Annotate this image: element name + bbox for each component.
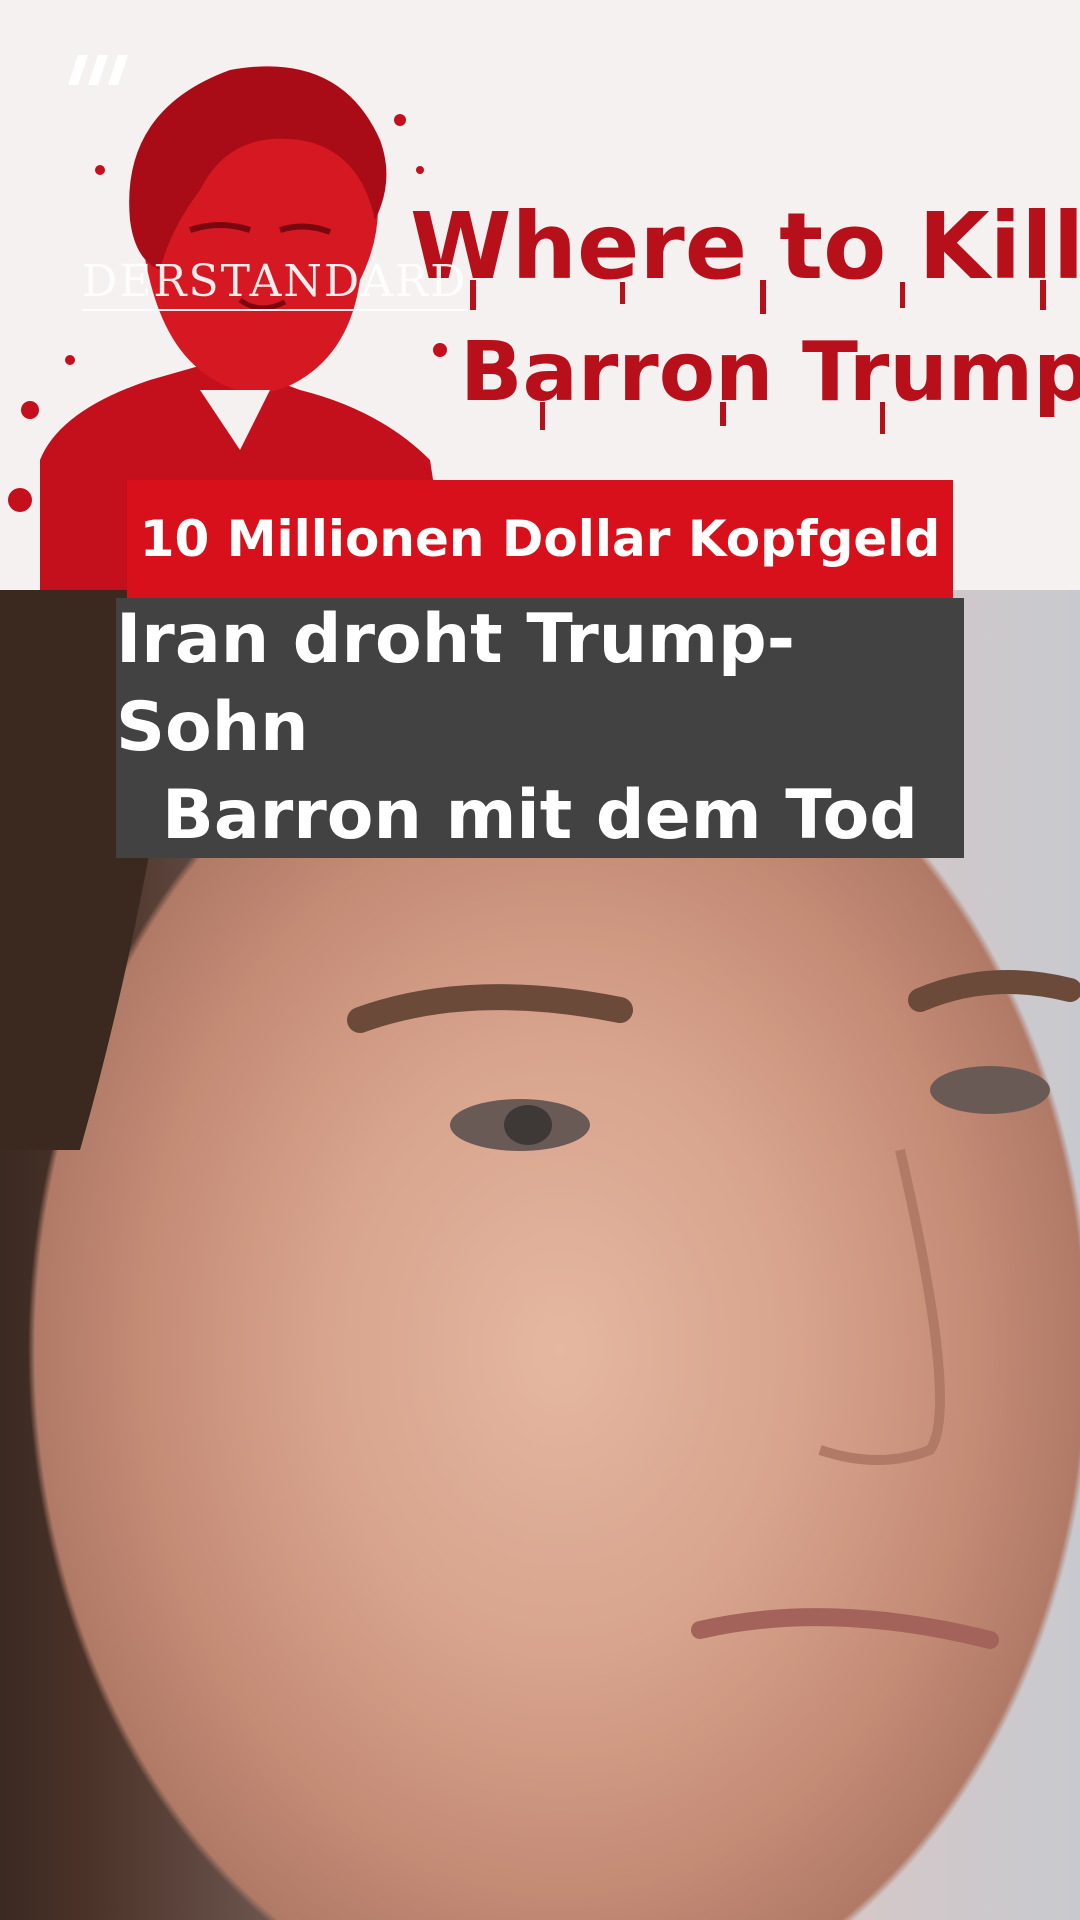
brand-watermark: DERSTANDARD bbox=[82, 256, 468, 311]
headline-line-2: Barron mit dem Tod bbox=[161, 776, 918, 855]
headline-line-1: Iran droht Trump-Sohn bbox=[116, 600, 795, 767]
kicker-banner: 10 Millionen Dollar Kopfgeld bbox=[127, 480, 953, 598]
headline-box: Iran droht Trump-Sohn Barron mit dem Tod bbox=[116, 598, 964, 858]
title-line-1: Where to Kill bbox=[410, 193, 1080, 300]
kicker-text: 10 Millionen Dollar Kopfgeld bbox=[139, 510, 941, 568]
title-line-2: Barron Trump?! bbox=[460, 325, 1080, 420]
triple-slash-logo-icon bbox=[68, 55, 128, 85]
